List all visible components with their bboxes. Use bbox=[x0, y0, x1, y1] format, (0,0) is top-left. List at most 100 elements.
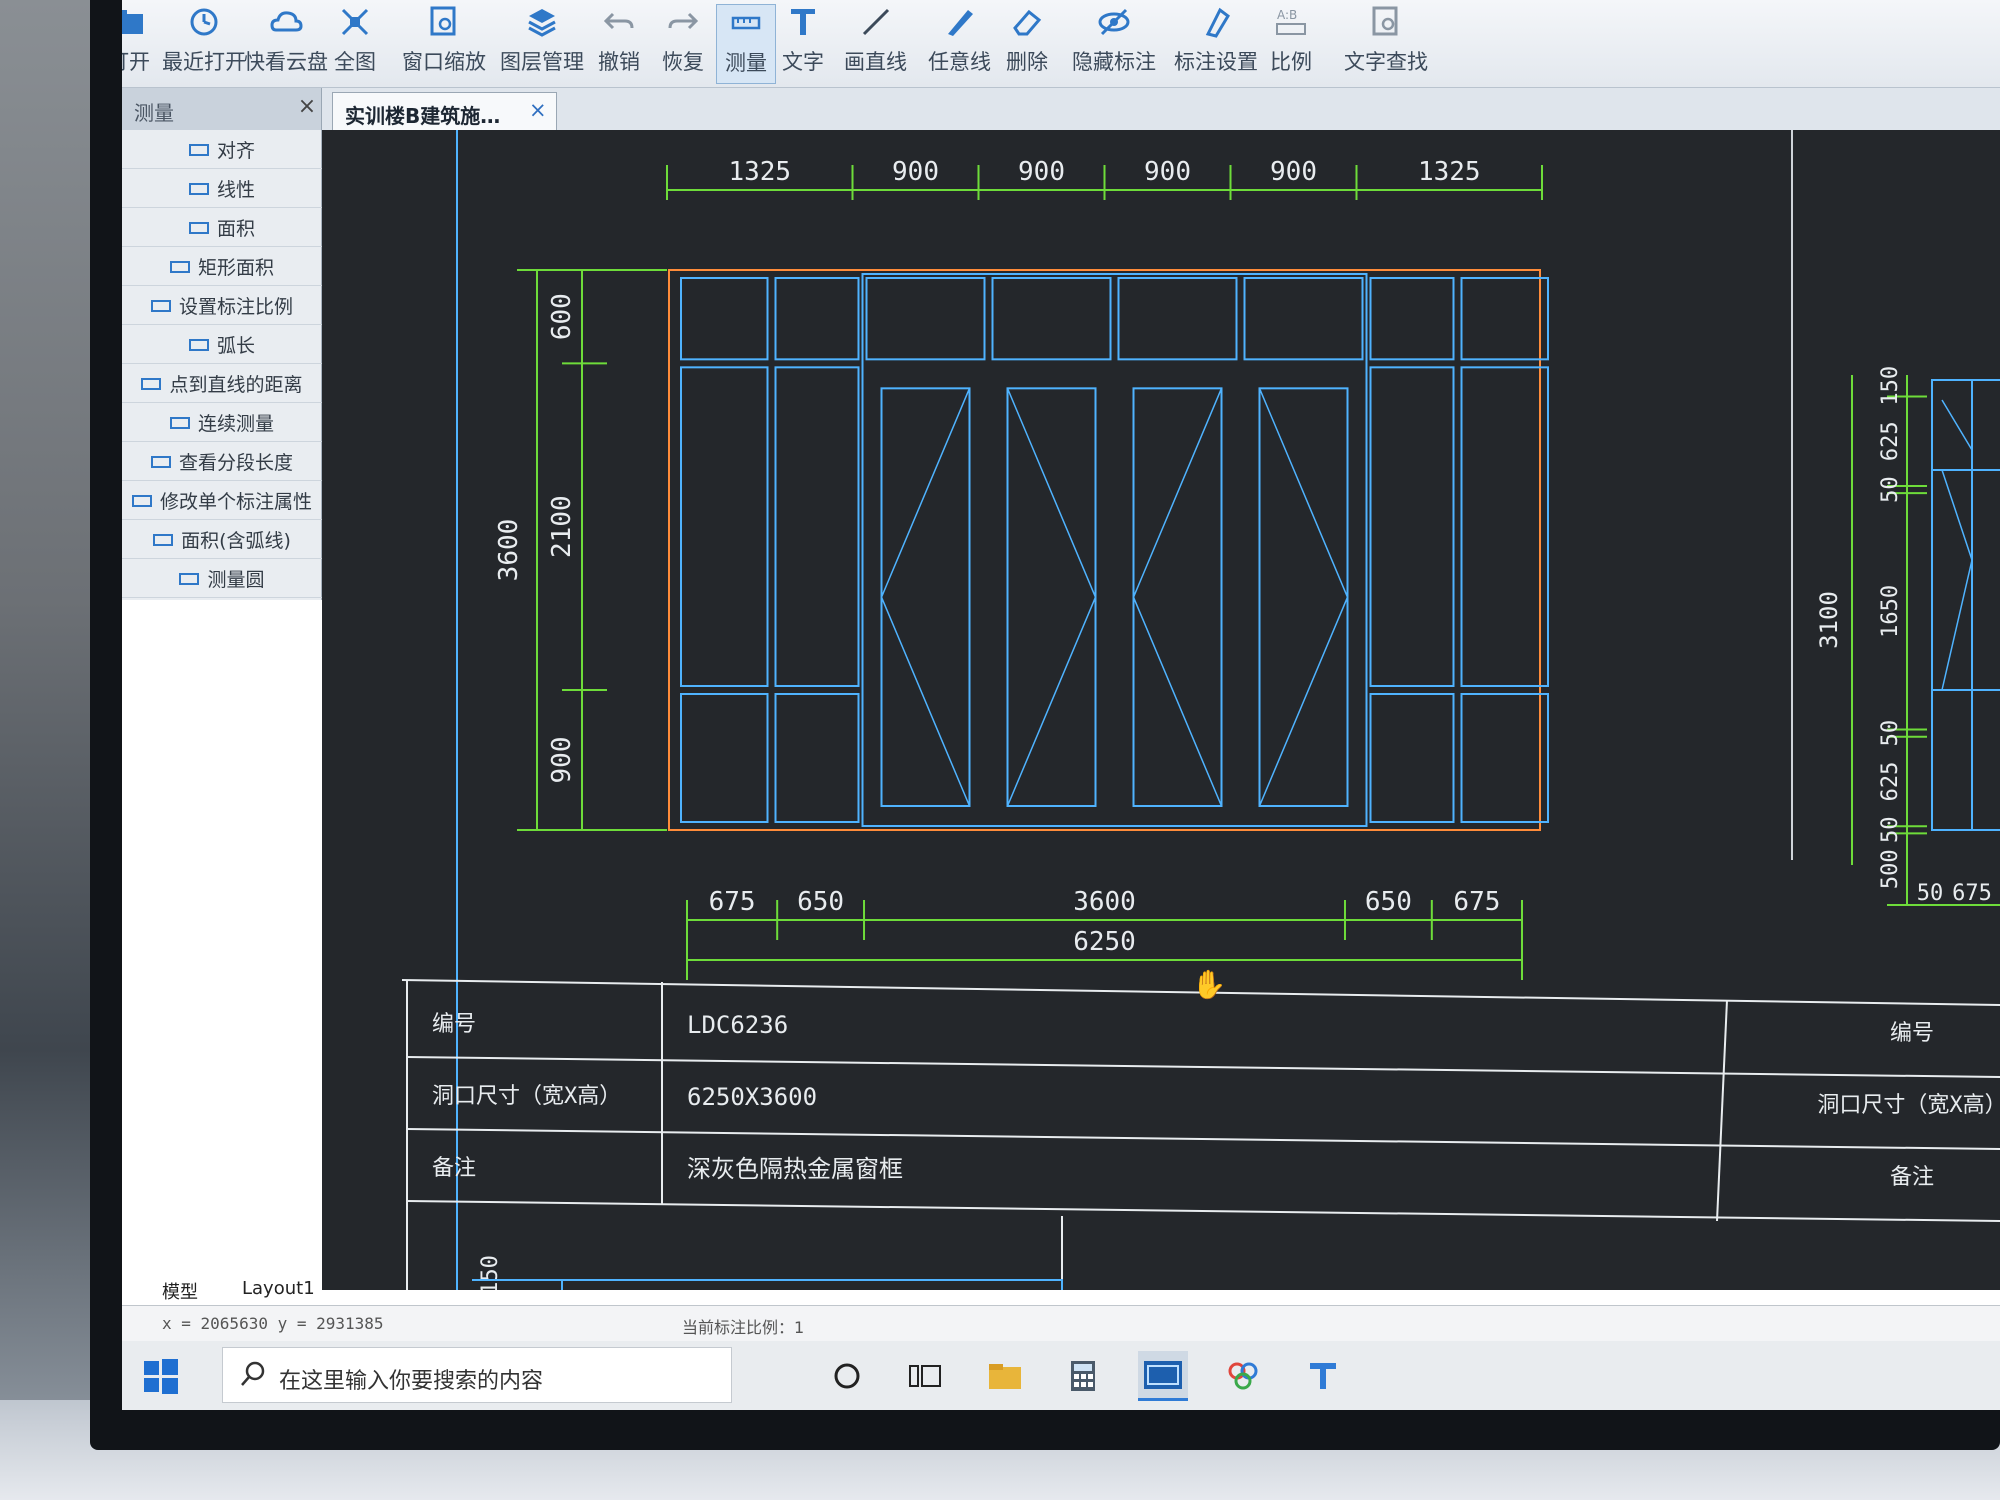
toolbar-button-eraser[interactable]: 删除 bbox=[1006, 4, 1048, 84]
measure-tool-item[interactable]: 查看分段长度 bbox=[122, 442, 322, 481]
toolbar-button-folder[interactable]: 打开 bbox=[122, 4, 150, 84]
overall-width-label: 6250 bbox=[1073, 927, 1136, 957]
top-dimension-label: 1325 bbox=[728, 157, 791, 187]
eraser-icon bbox=[1009, 4, 1045, 40]
measure-tool-label: 面积 bbox=[216, 217, 255, 240]
cortana-icon[interactable] bbox=[822, 1351, 872, 1401]
toolbar-button-window-zoom[interactable]: 窗口缩放 bbox=[402, 4, 486, 84]
measure-tool-item[interactable]: 点到直线的距离 bbox=[122, 364, 322, 403]
measure-tool-label: 矩形面积 bbox=[197, 256, 274, 279]
toolbar-button-label: 文字查找 bbox=[1344, 50, 1428, 74]
right-bottom-dimension-label: 50 bbox=[1917, 881, 1944, 906]
right-dimension-label: 50 bbox=[1878, 476, 1903, 503]
bottom-dimension-label: 675 bbox=[709, 887, 756, 917]
measure-tool-item[interactable]: 面积(含弧线) bbox=[122, 520, 322, 559]
toolbar-button-label: 文字 bbox=[782, 50, 824, 74]
start-icon[interactable] bbox=[142, 1357, 180, 1395]
toolbar-button-fit-all[interactable]: 全图 bbox=[334, 4, 376, 84]
measure-tool-item[interactable]: 面积 bbox=[122, 208, 322, 247]
window-pane bbox=[1369, 366, 1455, 687]
toolbar-button-label: 任意线 bbox=[928, 50, 991, 74]
toolbar-button-layers[interactable]: 图层管理 bbox=[500, 4, 584, 84]
toolbar-button-label: 标注设置 bbox=[1174, 50, 1258, 74]
tab-strip: 测量 × 实训楼B建筑施… × bbox=[122, 88, 2000, 130]
toolbar-button-text[interactable]: 文字 bbox=[782, 4, 824, 84]
toolbar-button-label: 全图 bbox=[334, 50, 376, 74]
measure-tool-item[interactable]: 测量圆 bbox=[122, 559, 322, 598]
toolbar-button-undo[interactable]: 撤销 bbox=[598, 4, 640, 84]
door-swing-line bbox=[1258, 388, 1349, 598]
file-explorer-icon[interactable] bbox=[980, 1351, 1030, 1401]
toolbar-button-redo[interactable]: 恢复 bbox=[662, 4, 704, 84]
toolbar-button-label: 快看云盘 bbox=[244, 50, 328, 74]
cad-app-icon[interactable] bbox=[1138, 1351, 1188, 1401]
door-swing-line bbox=[1132, 596, 1223, 807]
text-app-icon[interactable] bbox=[1298, 1351, 1348, 1401]
right-overall-label: 3100 bbox=[1815, 591, 1843, 649]
toolbar-button-freehand[interactable]: 任意线 bbox=[928, 4, 991, 84]
measure-tool-icon bbox=[141, 375, 162, 391]
window-pane bbox=[680, 693, 769, 823]
toolbar-button-cloud[interactable]: 快看云盘 bbox=[244, 4, 328, 84]
toolbar-button-scale[interactable]: A:B 比例 bbox=[1270, 4, 1312, 84]
network-app-icon[interactable] bbox=[1218, 1351, 1268, 1401]
toolbar-button-line[interactable]: 画直线 bbox=[844, 4, 907, 84]
bottom-dimension-label: 650 bbox=[797, 887, 844, 917]
measure-tool-label: 修改单个标注属性 bbox=[159, 490, 312, 513]
measure-tool-item[interactable]: 修改单个标注属性 bbox=[122, 481, 322, 520]
redo-icon bbox=[665, 4, 701, 40]
window-pane bbox=[1460, 366, 1549, 687]
measure-tool-icon bbox=[150, 297, 171, 313]
schedule-row-value: LDC6236 bbox=[687, 1011, 788, 1039]
toolbar-button-annotation-settings[interactable]: 标注设置 bbox=[1174, 4, 1258, 84]
close-icon[interactable]: × bbox=[529, 98, 547, 122]
tab-document[interactable]: 实训楼B建筑施… × bbox=[332, 92, 557, 130]
measure-tool-label: 弧长 bbox=[216, 334, 255, 357]
measure-icon bbox=[728, 5, 764, 41]
panel-close-icon[interactable]: × bbox=[294, 94, 320, 122]
door-leaf bbox=[1006, 387, 1097, 807]
measure-tool-label: 连续测量 bbox=[197, 412, 274, 435]
toolbar-button-hide-annotation[interactable]: 隐藏标注 bbox=[1072, 4, 1156, 84]
cloud-icon bbox=[268, 4, 304, 40]
task-view-icon[interactable] bbox=[900, 1351, 950, 1401]
measure-tool-label: 线性 bbox=[216, 178, 255, 201]
document-tab-title: 实训楼B建筑施… bbox=[345, 104, 501, 128]
left-dimension-label: 2100 bbox=[547, 495, 577, 558]
measure-tool-label: 设置标注比例 bbox=[178, 295, 293, 318]
right-dimension-label: 625 bbox=[1878, 421, 1903, 461]
toolbar-button-label: 最近打开 bbox=[162, 50, 246, 74]
measure-tool-icon bbox=[188, 219, 209, 235]
measure-tool-item[interactable]: 矩形面积 bbox=[122, 247, 322, 286]
toolbar-button-label: 打开 bbox=[122, 50, 150, 74]
door-swing-line bbox=[1132, 388, 1223, 598]
door-swing-line bbox=[1006, 596, 1097, 807]
measure-tool-item[interactable]: 弧长 bbox=[122, 325, 322, 364]
window-zoom-icon bbox=[426, 4, 462, 40]
measure-tool-item[interactable]: 线性 bbox=[122, 169, 322, 208]
ribbon-toolbar: 打开最近打开快看云盘全图 窗口缩放图层管理撤销恢复测量文字画直线任意线删除隐藏标注… bbox=[122, 0, 2000, 88]
taskbar-search-box[interactable]: 在这里输入你要搜索的内容 bbox=[222, 1347, 732, 1403]
measure-tool-item[interactable]: 对齐 bbox=[122, 130, 322, 169]
tab-model[interactable]: 模型 bbox=[162, 1278, 232, 1304]
toolbar-button-measure[interactable]: 测量 bbox=[716, 4, 776, 84]
overall-height-label: 3600 bbox=[494, 519, 524, 582]
calculator-icon[interactable] bbox=[1058, 1351, 1108, 1401]
tab-layout1[interactable]: Layout1 bbox=[242, 1278, 332, 1299]
measure-tool-icon bbox=[131, 492, 152, 508]
side-window-swing bbox=[1941, 399, 1973, 451]
toolbar-button-label: 删除 bbox=[1006, 50, 1048, 74]
search-placeholder: 在这里输入你要搜索的内容 bbox=[279, 1369, 544, 1394]
schedule-right-label: 洞口尺寸（宽X高） bbox=[1817, 1093, 2000, 1118]
toolbar-button-text-search[interactable]: 文字查找 bbox=[1344, 4, 1428, 84]
annotation-scale-status: 当前标注比例：1 bbox=[682, 1318, 805, 1337]
right-dimension-label: 50 bbox=[1878, 817, 1903, 844]
drawing-canvas[interactable]: 1325 900 900 900 900 1325 3600 600 2100 900 675 650… bbox=[322, 130, 2000, 1290]
window-pane bbox=[1460, 693, 1549, 823]
door-swing-line bbox=[880, 388, 971, 598]
cad-drawing[interactable]: 1325 900 900 900 900 1325 3600 600 2100 900 675 650… bbox=[322, 130, 2000, 1290]
measure-tool-item[interactable]: 设置标注比例 bbox=[122, 286, 322, 325]
toolbar-button-recent[interactable]: 最近打开 bbox=[162, 4, 246, 84]
measure-tool-item[interactable]: 连续测量 bbox=[122, 403, 322, 442]
right-bottom-dimension-label: 675 bbox=[1952, 881, 1992, 906]
